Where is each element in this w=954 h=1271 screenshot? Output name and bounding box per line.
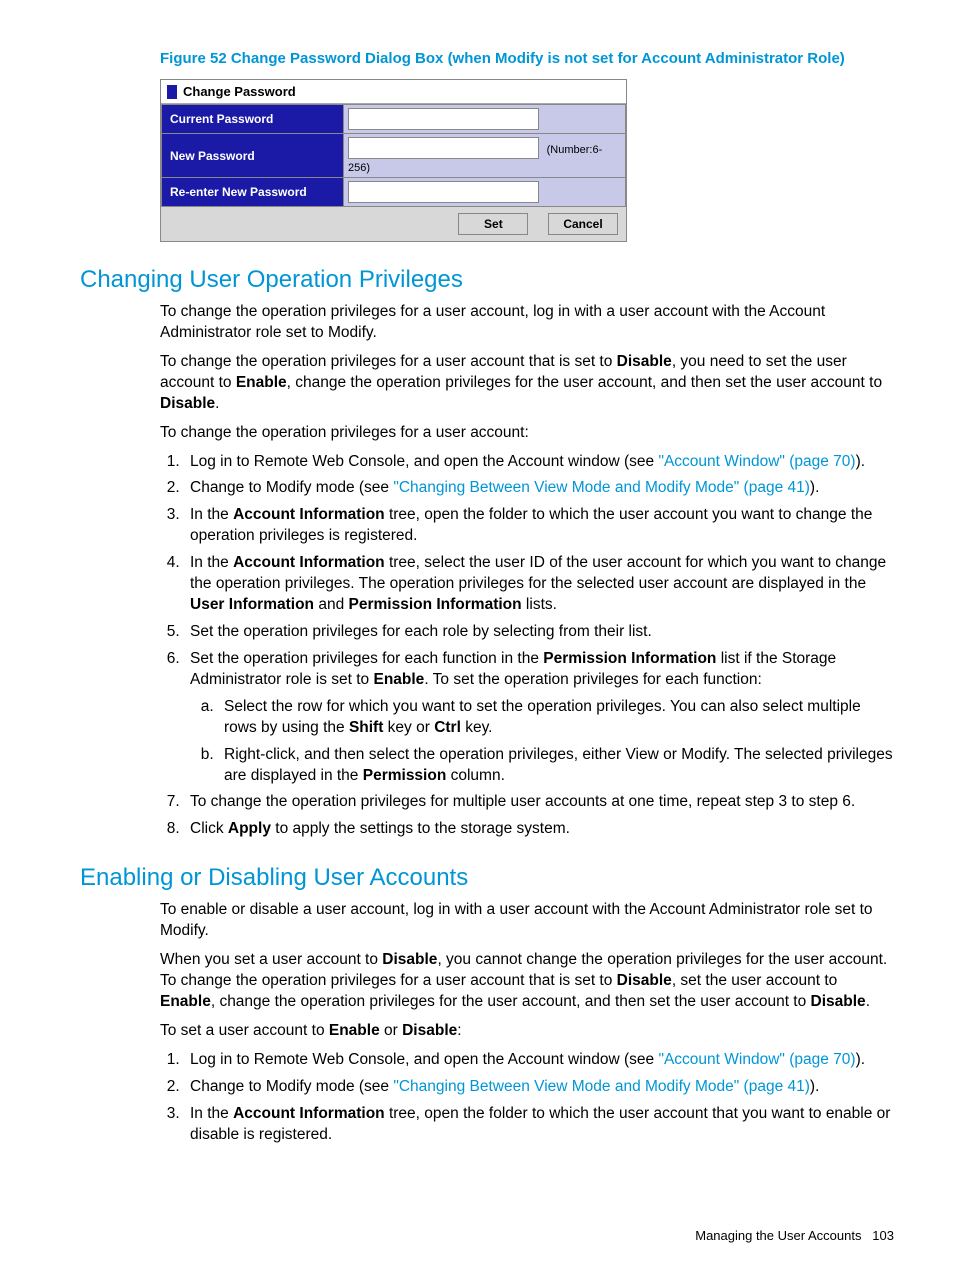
link-modify-mode[interactable]: "Changing Between View Mode and Modify M… xyxy=(393,1078,810,1095)
figure-caption: Figure 52 Change Password Dialog Box (wh… xyxy=(160,50,894,67)
list-item: Log in to Remote Web Console, and open t… xyxy=(184,1050,894,1071)
ordered-list: Log in to Remote Web Console, and open t… xyxy=(160,1050,894,1146)
dialog-title-text: Change Password xyxy=(183,84,296,99)
paragraph: To set a user account to Enable or Disab… xyxy=(160,1021,894,1042)
new-password-label: New Password xyxy=(162,134,344,178)
page-footer: Managing the User Accounts 103 xyxy=(695,1228,894,1243)
paragraph: When you set a user account to Disable, … xyxy=(160,950,894,1013)
sub-list: Select the row for which you want to set… xyxy=(190,697,894,787)
list-item: Set the operation privileges for each ro… xyxy=(184,622,894,643)
list-item: Set the operation privileges for each fu… xyxy=(184,649,894,787)
ordered-list: Log in to Remote Web Console, and open t… xyxy=(160,452,894,841)
list-item: In the Account Information tree, open th… xyxy=(184,1104,894,1146)
current-password-label: Current Password xyxy=(162,105,344,134)
current-password-input[interactable] xyxy=(348,108,539,130)
reenter-password-label: Re-enter New Password xyxy=(162,178,344,207)
section-heading-enable-disable: Enabling or Disabling User Accounts xyxy=(80,864,894,892)
paragraph: To change the operation privileges for a… xyxy=(160,423,894,444)
dialog-icon xyxy=(167,85,177,99)
change-password-dialog: Change Password Current Password New Pas… xyxy=(160,79,627,242)
list-item: Click Apply to apply the settings to the… xyxy=(184,819,894,840)
link-account-window[interactable]: "Account Window" (page 70) xyxy=(658,1051,855,1068)
footer-title: Managing the User Accounts xyxy=(695,1228,861,1243)
cancel-button[interactable]: Cancel xyxy=(548,213,618,235)
reenter-password-input[interactable] xyxy=(348,181,539,203)
new-password-input[interactable] xyxy=(348,137,539,159)
paragraph: To enable or disable a user account, log… xyxy=(160,900,894,942)
section-heading-privileges: Changing User Operation Privileges xyxy=(80,266,894,294)
paragraph: To change the operation privileges for a… xyxy=(160,302,894,344)
page-number: 103 xyxy=(872,1228,894,1243)
list-item: Change to Modify mode (see "Changing Bet… xyxy=(184,1077,894,1098)
dialog-title-bar: Change Password xyxy=(161,80,626,104)
list-item: In the Account Information tree, select … xyxy=(184,553,894,616)
list-item: Select the row for which you want to set… xyxy=(218,697,894,739)
list-item: To change the operation privileges for m… xyxy=(184,792,894,813)
set-button[interactable]: Set xyxy=(458,213,528,235)
list-item: Change to Modify mode (see "Changing Bet… xyxy=(184,478,894,499)
link-modify-mode[interactable]: "Changing Between View Mode and Modify M… xyxy=(393,479,810,496)
list-item: Log in to Remote Web Console, and open t… xyxy=(184,452,894,473)
list-item: Right-click, and then select the operati… xyxy=(218,745,894,787)
link-account-window[interactable]: "Account Window" (page 70) xyxy=(658,453,855,470)
paragraph: To change the operation privileges for a… xyxy=(160,352,894,415)
list-item: In the Account Information tree, open th… xyxy=(184,505,894,547)
